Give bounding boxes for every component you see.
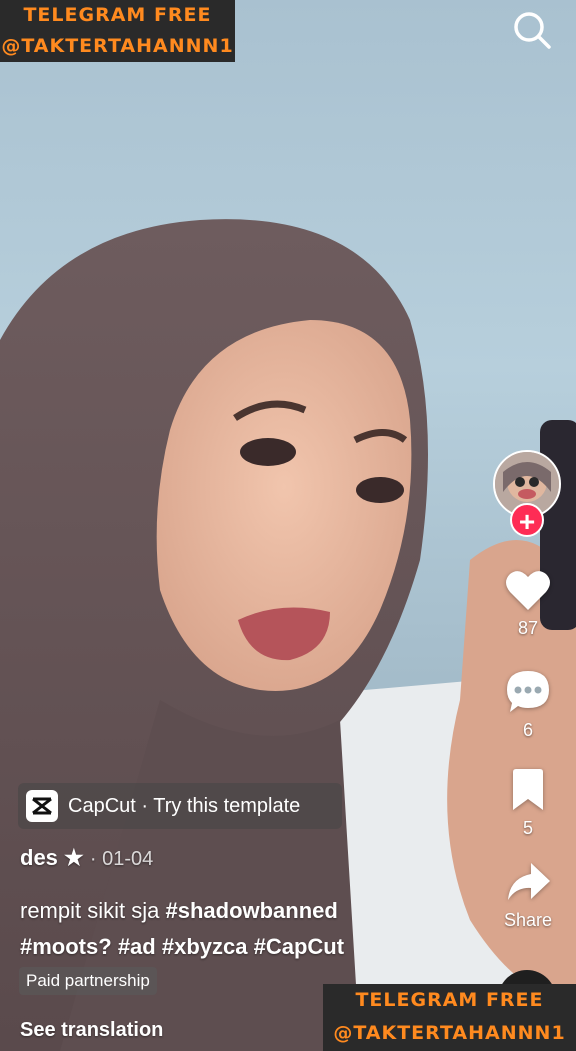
share-icon bbox=[508, 863, 550, 900]
plus-icon: + bbox=[518, 506, 536, 537]
watermark-top-line2: @TAKTERTAHANNN1 bbox=[1, 35, 234, 57]
video-feed-screen[interactable]: TELEGRAM FREE @TAKTERTAHANNN1 + 87 6 5 S… bbox=[0, 0, 576, 1051]
watermark-top: TELEGRAM FREE @TAKTERTAHANNN1 bbox=[0, 0, 235, 62]
author-line[interactable]: des ★ · 01-04 bbox=[20, 845, 153, 871]
paid-partnership-badge: Paid partnership bbox=[19, 967, 157, 995]
see-translation-link[interactable]: See translation bbox=[20, 1019, 163, 1042]
author-name[interactable]: des bbox=[20, 845, 58, 870]
like-button[interactable]: 87 bbox=[496, 568, 560, 639]
hashtag[interactable]: #xbyzca bbox=[162, 934, 248, 959]
watermark-bottom-line2: @TAKTERTAHANNN1 bbox=[333, 1022, 566, 1044]
share-label: Share bbox=[503, 910, 553, 930]
caption-text: rempit sikit sja bbox=[20, 898, 166, 923]
post-date: 01-04 bbox=[102, 848, 154, 870]
watermark-bottom-line1: TELEGRAM FREE bbox=[355, 989, 544, 1011]
search-button[interactable] bbox=[510, 8, 554, 52]
follow-button[interactable]: + bbox=[510, 503, 544, 537]
star-badge: ★ bbox=[64, 845, 84, 870]
save-count: 5 bbox=[522, 818, 533, 838]
like-count: 87 bbox=[517, 618, 539, 638]
comment-button[interactable]: 6 bbox=[496, 668, 560, 741]
comment-icon bbox=[507, 671, 549, 712]
capcut-label: CapCut · Try this template bbox=[68, 794, 301, 817]
bookmark-icon bbox=[513, 769, 543, 810]
watermark-bottom: TELEGRAM FREE @TAKTERTAHANNN1 bbox=[323, 984, 576, 1051]
capcut-logo-icon bbox=[26, 790, 58, 822]
heart-icon bbox=[506, 571, 550, 610]
separator: · bbox=[89, 848, 103, 870]
capcut-template-button[interactable]: CapCut · Try this template bbox=[18, 783, 342, 829]
hashtag[interactable]: #ad bbox=[118, 934, 156, 959]
watermark-top-line1: TELEGRAM FREE bbox=[23, 4, 212, 26]
search-icon bbox=[514, 12, 551, 49]
hashtag[interactable]: #CapCut bbox=[254, 934, 344, 959]
save-button[interactable]: 5 bbox=[496, 768, 560, 839]
hashtag[interactable]: #moots? bbox=[20, 934, 112, 959]
comment-count: 6 bbox=[522, 720, 533, 740]
share-button[interactable]: Share bbox=[496, 860, 560, 931]
hashtag[interactable]: #shadowbanned bbox=[165, 898, 337, 923]
caption: rempit sikit sja #shadowbanned #moots? #… bbox=[20, 893, 400, 965]
